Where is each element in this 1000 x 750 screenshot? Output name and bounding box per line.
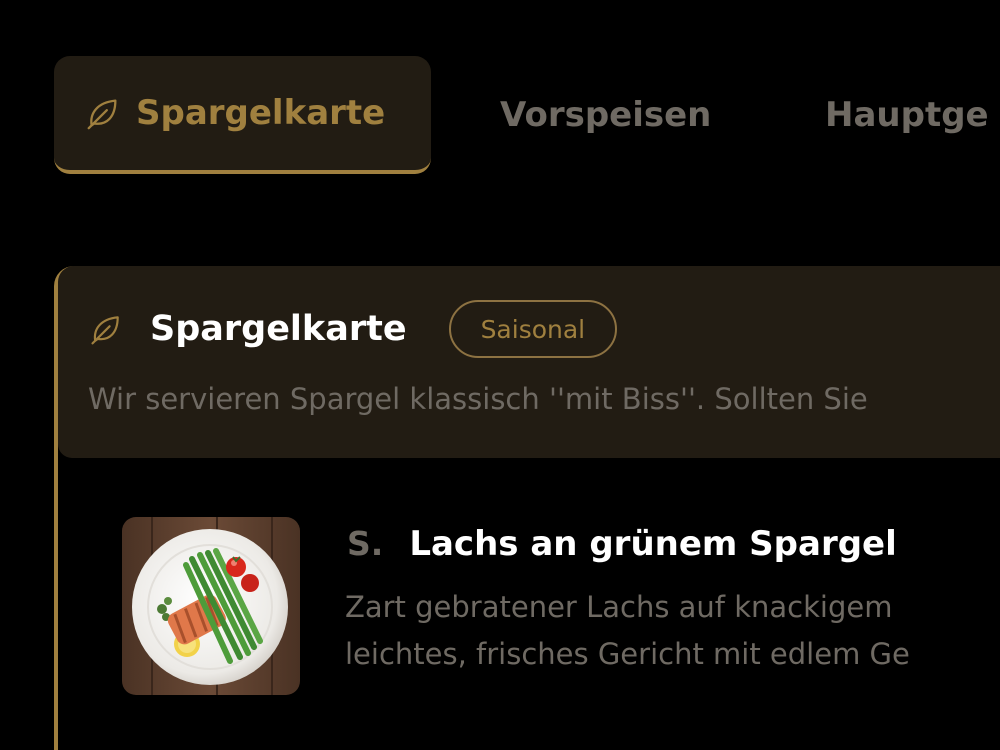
dish-description-line: leichtes, frisches Gericht mit edlem Ge — [345, 637, 910, 671]
menu-page: Spargelkarte Vorspeisen Hauptge Spargelk… — [0, 0, 1000, 750]
status-badge: Saisonal — [448, 300, 618, 358]
dish-description: Zart gebratener Lachs auf knackigem leic… — [345, 584, 910, 678]
tab-label: Vorspeisen — [500, 95, 712, 135]
section-description: Wir servieren Spargel klassisch ''mit Bi… — [88, 382, 868, 416]
tab-label: Spargelkarte — [136, 93, 386, 133]
tab-vorspeisen[interactable]: Vorspeisen — [500, 56, 711, 174]
leaf-icon — [91, 316, 119, 345]
dish-name[interactable]: Lachs an grünem Spargel — [409, 524, 896, 564]
tab-spargelkarte[interactable]: Spargelkarte — [54, 56, 431, 174]
dish-description-line: Zart gebratener Lachs auf knackigem — [345, 590, 893, 624]
dish-image[interactable] — [122, 517, 300, 695]
section-title: Spargelkarte — [150, 309, 407, 349]
section-header: Spargelkarte Saisonal Wir servieren Spar… — [58, 266, 1000, 458]
dish-code: S. — [347, 524, 384, 563]
tab-hauptgerichte[interactable]: Hauptge — [825, 56, 989, 174]
section-card-spargelkarte: Spargelkarte Saisonal Wir servieren Spar… — [54, 266, 1000, 750]
tab-label: Hauptge — [825, 95, 989, 135]
section-title-row: Spargelkarte Saisonal — [88, 300, 618, 358]
salmon-asparagus-plate-photo — [122, 517, 300, 695]
leaf-icon — [87, 99, 117, 130]
dish-title-row: S. Lachs an grünem Spargel — [347, 524, 897, 564]
